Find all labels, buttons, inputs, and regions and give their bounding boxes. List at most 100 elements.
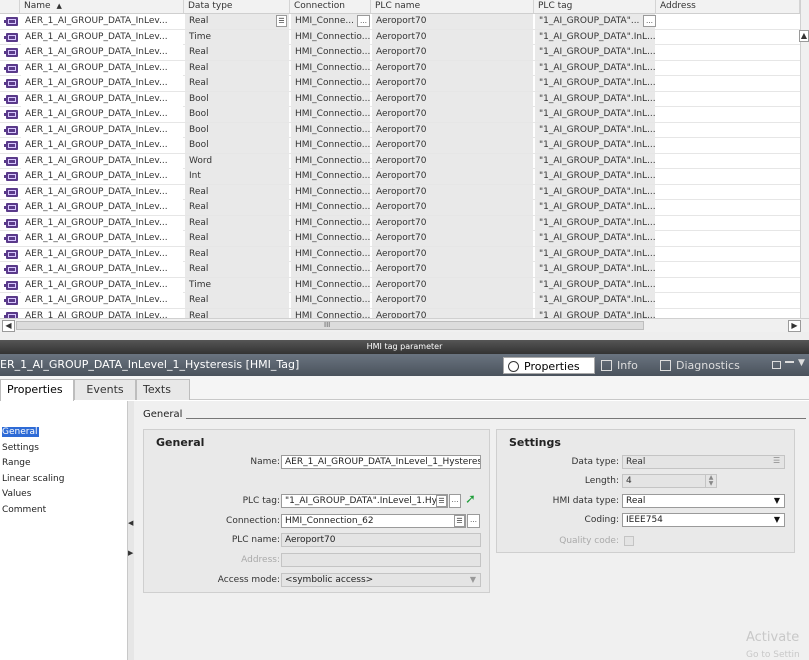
cell-conn[interactable]: HMI_Connectio... [291,138,370,153]
cell-type[interactable]: Real [185,184,289,200]
cell-plc[interactable]: Aeroport70 [372,76,533,91]
cell-conn[interactable]: HMI_Connectio... [291,215,370,231]
cell-plc[interactable]: Aeroport70 [372,107,533,122]
nav-item-linear-scaling[interactable]: Linear scaling [2,474,64,484]
cell-tag[interactable]: "1_AI_GROUP_DATA".InL... [535,122,655,138]
tab-properties[interactable]: Properties [0,379,74,401]
cell-conn[interactable]: HMI_Connectio... [291,293,370,308]
cell-type[interactable]: Real [185,60,289,76]
cell-conn[interactable]: HMI_Connectio... [291,277,370,293]
cell-type[interactable]: Word [185,153,289,169]
cell-plc[interactable]: Aeroport70 [372,91,533,107]
cell-name[interactable]: AER_1_AI_GROUP_DATA_InLev... [21,76,183,91]
cell-type[interactable]: Real [185,14,289,29]
cell-name[interactable]: AER_1_AI_GROUP_DATA_InLev... [21,91,183,107]
cell-name[interactable]: AER_1_AI_GROUP_DATA_InLev... [21,29,183,45]
cell-name[interactable]: AER_1_AI_GROUP_DATA_InLev... [21,14,183,29]
cell-name[interactable]: AER_1_AI_GROUP_DATA_InLev... [21,231,183,246]
connection-list-icon[interactable]: ☰ [454,515,465,527]
cell-conn[interactable]: HMI_Connectio... [291,60,370,76]
cell-plc[interactable]: Aeroport70 [372,45,533,60]
cell-tag[interactable]: "1_AI_GROUP_DATA".InL... [535,107,655,122]
minimize-icon[interactable] [785,361,794,369]
cell-tag[interactable]: "1_AI_GROUP_DATA".InL... [535,308,655,318]
nav-item-settings[interactable]: Settings [2,443,39,453]
collapse-arrow-icon[interactable]: ◀ [128,519,133,527]
cell-name[interactable]: AER_1_AI_GROUP_DATA_InLev... [21,262,183,277]
connection-browse-button[interactable]: … [467,514,480,528]
cell-conn[interactable]: HMI_Connectio... [291,169,370,184]
cell-type[interactable]: Real [185,231,289,246]
cell-name[interactable]: AER_1_AI_GROUP_DATA_InLev... [21,169,183,184]
table-row[interactable]: AER_1_AI_GROUP_DATA_InLev... Real HMI_Conn… [0,76,800,92]
nav-item-range[interactable]: Range [2,458,31,468]
cell-type[interactable]: Real [185,200,289,215]
cell-name[interactable]: AER_1_AI_GROUP_DATA_InLev... [21,200,183,215]
col-header-address[interactable]: Address [656,0,800,13]
cell-plc[interactable]: Aeroport70 [372,122,533,138]
cell-conn[interactable]: HMI_Connectio... [291,246,370,262]
plc-tag-browse-button[interactable]: … [449,494,461,508]
horizontal-scrollbar[interactable]: ◀ III ▶ [0,318,809,332]
plctag-browse-icon[interactable]: … [643,15,656,27]
cell-name[interactable]: AER_1_AI_GROUP_DATA_InLev... [21,60,183,76]
cell-tag[interactable]: "1_AI_GROUP_DATA".InL... [535,91,655,107]
cell-plc[interactable]: Aeroport70 [372,246,533,262]
cell-tag[interactable]: "1_AI_GROUP_DATA".InL... [535,29,655,45]
name-field[interactable]: AER_1_AI_GROUP_DATA_InLevel_1_Hysteresis [281,455,481,469]
cell-type[interactable]: Real [185,45,289,60]
cell-plc[interactable]: Aeroport70 [372,153,533,169]
cell-plc[interactable]: Aeroport70 [372,60,533,76]
cell-conn[interactable]: HMI_Connectio... [291,262,370,277]
cell-tag[interactable]: "1_AI_GROUP_DATA".InL... [535,293,655,308]
table-row[interactable]: AER_1_AI_GROUP_DATA_InLev... Real HMI_Conn… [0,14,800,30]
tab-diagnostics[interactable]: Diagnostics [656,357,766,374]
cell-conn[interactable]: HMI_Connectio... [291,45,370,60]
cell-conn[interactable]: HMI_Connectio... [291,122,370,138]
cell-name[interactable]: AER_1_AI_GROUP_DATA_InLev... [21,308,183,318]
cell-type[interactable]: Real [185,308,289,318]
tab-properties-window[interactable]: Properties [503,357,595,374]
table-row[interactable]: AER_1_AI_GROUP_DATA_InLev... Real HMI_Conn… [0,45,800,61]
cell-tag[interactable]: "1_AI_GROUP_DATA".InL... [535,45,655,60]
table-row[interactable]: AER_1_AI_GROUP_DATA_InLev... Real HMI_Conn… [0,184,800,200]
cell-tag[interactable]: "1_AI_GROUP_DATA".InL... [535,231,655,246]
tag-parameter-label[interactable]: HMI tag parameter [0,340,809,354]
table-row[interactable]: AER_1_AI_GROUP_DATA_InLev... Time HMI_Conn… [0,29,800,45]
cell-conn[interactable]: HMI_Connectio... [291,107,370,122]
cell-plc[interactable]: Aeroport70 [372,184,533,200]
scroll-up-icon[interactable]: ▲ [799,30,809,42]
cell-name[interactable]: AER_1_AI_GROUP_DATA_InLev... [21,293,183,308]
cell-name[interactable]: AER_1_AI_GROUP_DATA_InLev... [21,215,183,231]
cell-name[interactable]: AER_1_AI_GROUP_DATA_InLev... [21,107,183,122]
table-row[interactable]: AER_1_AI_GROUP_DATA_InLev... Real HMI_Conn… [0,308,800,318]
window-layout-icon[interactable] [772,361,781,369]
nav-item-values[interactable]: Values [2,489,31,499]
cell-type[interactable]: Real [185,262,289,277]
scroll-right-icon[interactable]: ▶ [788,320,801,332]
cell-name[interactable]: AER_1_AI_GROUP_DATA_InLev... [21,153,183,169]
cell-plc[interactable]: Aeroport70 [372,293,533,308]
cell-type[interactable]: Time [185,277,289,293]
cell-tag[interactable]: "1_AI_GROUP_DATA".InL... [535,153,655,169]
table-row[interactable]: AER_1_AI_GROUP_DATA_InLev... Real HMI_Conn… [0,215,800,231]
table-row[interactable]: AER_1_AI_GROUP_DATA_InLev... Bool HMI_Conn… [0,138,800,154]
cell-conn[interactable]: HMI_Connectio... [291,76,370,91]
cell-tag[interactable]: "1_AI_GROUP_DATA".InL... [535,60,655,76]
cell-type[interactable]: Bool [185,91,289,107]
nav-item-comment[interactable]: Comment [2,505,46,515]
tab-info[interactable]: Info [597,357,655,374]
cell-plc[interactable]: Aeroport70 [372,262,533,277]
cell-type[interactable]: Int [185,169,289,184]
cell-type[interactable]: Bool [185,122,289,138]
cell-name[interactable]: AER_1_AI_GROUP_DATA_InLev... [21,246,183,262]
col-header-datatype[interactable]: Data type [184,0,290,13]
cell-conn[interactable]: HMI_Connectio... [291,153,370,169]
cell-type[interactable]: Real [185,215,289,231]
cell-tag[interactable]: "1_AI_GROUP_DATA".InL... [535,215,655,231]
table-row[interactable]: AER_1_AI_GROUP_DATA_InLev... Bool HMI_Conn… [0,91,800,107]
connection-browse-icon[interactable]: … [357,15,370,27]
cell-name[interactable]: AER_1_AI_GROUP_DATA_InLev... [21,184,183,200]
connection-field[interactable]: HMI_Connection_62 [281,514,466,528]
cell-name[interactable]: AER_1_AI_GROUP_DATA_InLev... [21,45,183,60]
